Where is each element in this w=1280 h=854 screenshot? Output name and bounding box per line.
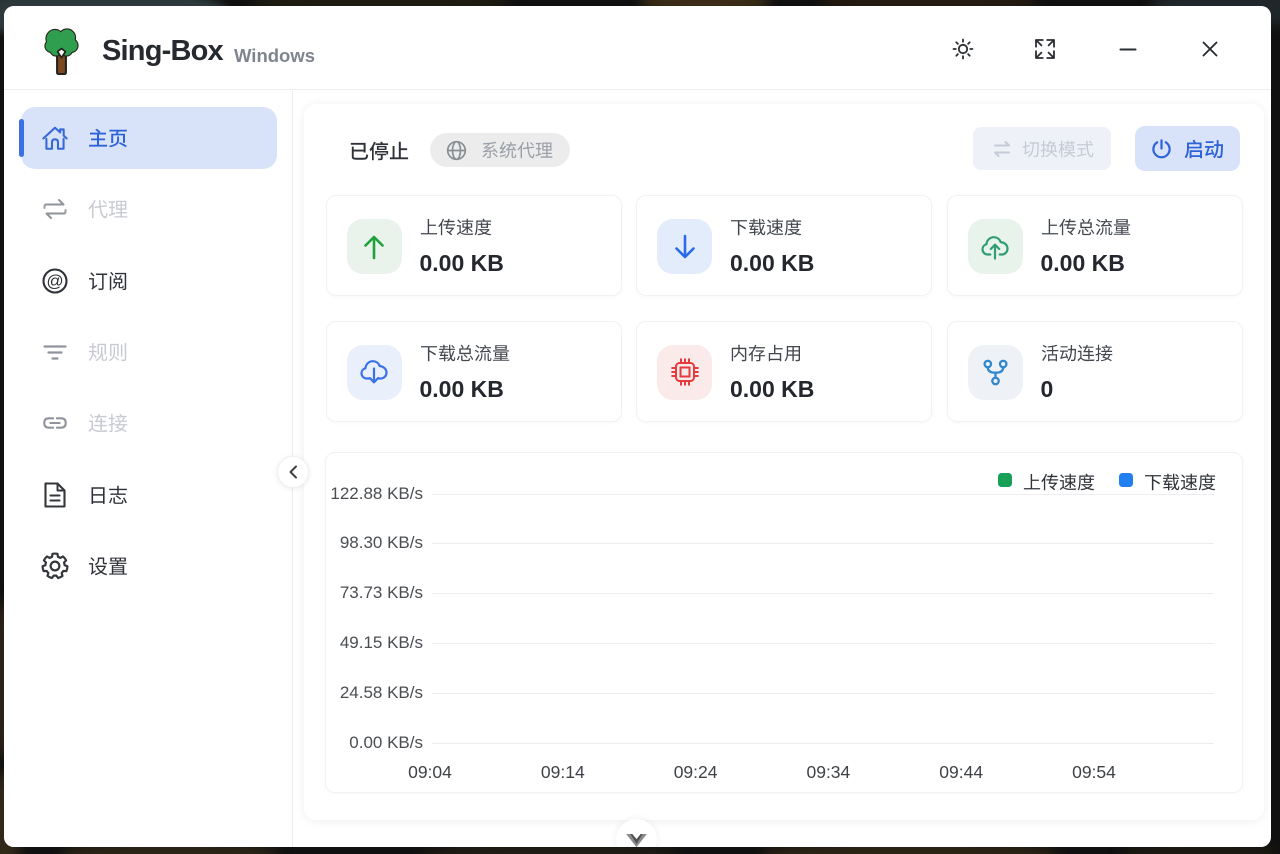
svg-text:@: @ bbox=[46, 271, 63, 290]
